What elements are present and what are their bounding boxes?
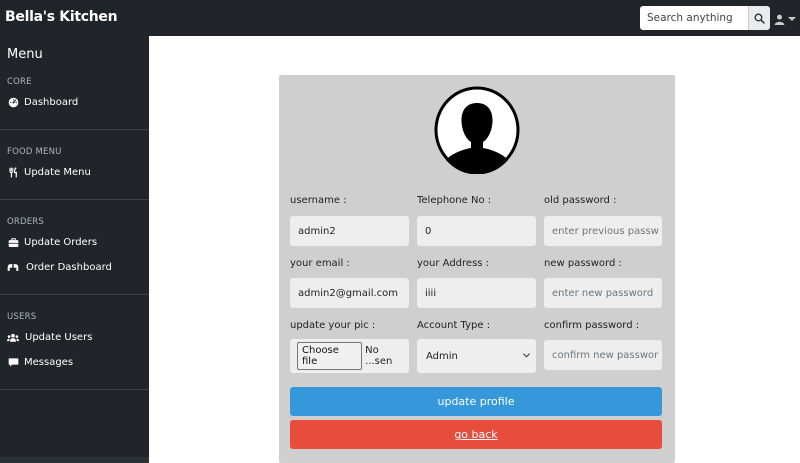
sidebar-item-update-menu[interactable]: Update Menu (7, 164, 91, 180)
sidebar-item-label: Order Dashboard (26, 261, 112, 273)
pic-label: update your pic : (290, 320, 376, 331)
comment-icon (7, 356, 19, 368)
username-label: username : (290, 195, 347, 206)
go-back-button[interactable]: go back (290, 420, 662, 449)
choose-file-button[interactable]: Choose file (297, 342, 363, 370)
confirm-password-label: confirm password : (544, 320, 640, 331)
update-profile-button[interactable]: update profile (290, 387, 662, 416)
account-type-value: Admin (426, 350, 458, 362)
users-icon (7, 331, 19, 343)
utensils-icon (7, 166, 19, 178)
search-icon (754, 12, 765, 24)
chevron-down-icon (523, 353, 530, 358)
top-navbar: Bella's Kitchen (0, 0, 800, 36)
email-label: your email : (290, 258, 350, 269)
sidebar-divider (0, 129, 149, 130)
sidebar-item-label: Update Menu (24, 166, 91, 178)
account-type-label: Account Type : (417, 320, 491, 331)
new-password-label: new password : (544, 258, 622, 269)
tachometer-icon (7, 96, 19, 108)
username-input[interactable]: admin2 (290, 216, 409, 246)
section-heading-orders: ORDERS (7, 217, 45, 227)
section-heading-core: CORE (7, 77, 32, 87)
sidebar-item-update-users[interactable]: Update Users (7, 329, 92, 345)
new-password-input[interactable]: enter new password (544, 278, 662, 308)
sidebar-item-label: Dashboard (24, 96, 79, 108)
old-password-input[interactable]: enter previous passw (544, 216, 662, 246)
telephone-input[interactable]: 0 (417, 216, 536, 246)
user-icon (774, 14, 785, 25)
sidebar-item-messages[interactable]: Messages (7, 354, 73, 370)
sidebar-divider (0, 199, 149, 200)
sidebar-item-label: Update Users (25, 331, 93, 343)
sidebar-divider (0, 294, 149, 295)
sidebar-divider (0, 389, 149, 390)
confirm-password-input[interactable]: confirm new passwor (544, 340, 662, 370)
address-label: your Address : (417, 258, 490, 269)
sidebar-footer (0, 457, 149, 463)
brand-logo[interactable]: Bella's Kitchen (5, 9, 118, 25)
search-group (640, 6, 770, 30)
sidebar-title: Menu (7, 47, 43, 62)
search-input[interactable] (640, 6, 748, 30)
email-input[interactable]: admin2@gmail.com (290, 278, 409, 308)
avatar-icon (434, 86, 520, 174)
pic-file-input[interactable]: Choose file No ...sen (290, 339, 409, 373)
section-heading-users: USERS (7, 312, 37, 322)
telephone-label: Telephone No : (417, 195, 492, 206)
briefcase-icon (7, 236, 19, 248)
search-button[interactable] (748, 6, 770, 30)
hands-icon (7, 261, 19, 273)
sidebar: Menu CORE Dashboard FOOD MENU Update Men… (0, 36, 149, 463)
sidebar-item-label: Update Orders (24, 236, 98, 248)
old-password-label: old password : (544, 195, 617, 206)
user-menu-toggle[interactable] (774, 12, 796, 26)
sidebar-item-order-dashboard[interactable]: Order Dashboard (7, 259, 112, 275)
sidebar-item-dashboard[interactable]: Dashboard (7, 94, 78, 110)
sidebar-item-label: Messages (24, 356, 74, 368)
sidebar-item-update-orders[interactable]: Update Orders (7, 234, 97, 250)
chevron-down-icon (788, 17, 796, 21)
profile-card: username : admin2 Telephone No : 0 old p… (279, 75, 675, 463)
address-input[interactable]: iiii (417, 278, 536, 308)
section-heading-food-menu: FOOD MENU (7, 147, 62, 157)
account-type-select[interactable]: Admin (417, 339, 536, 373)
main-content: username : admin2 Telephone No : 0 old p… (149, 36, 800, 463)
file-status: No ...sen (365, 345, 393, 367)
